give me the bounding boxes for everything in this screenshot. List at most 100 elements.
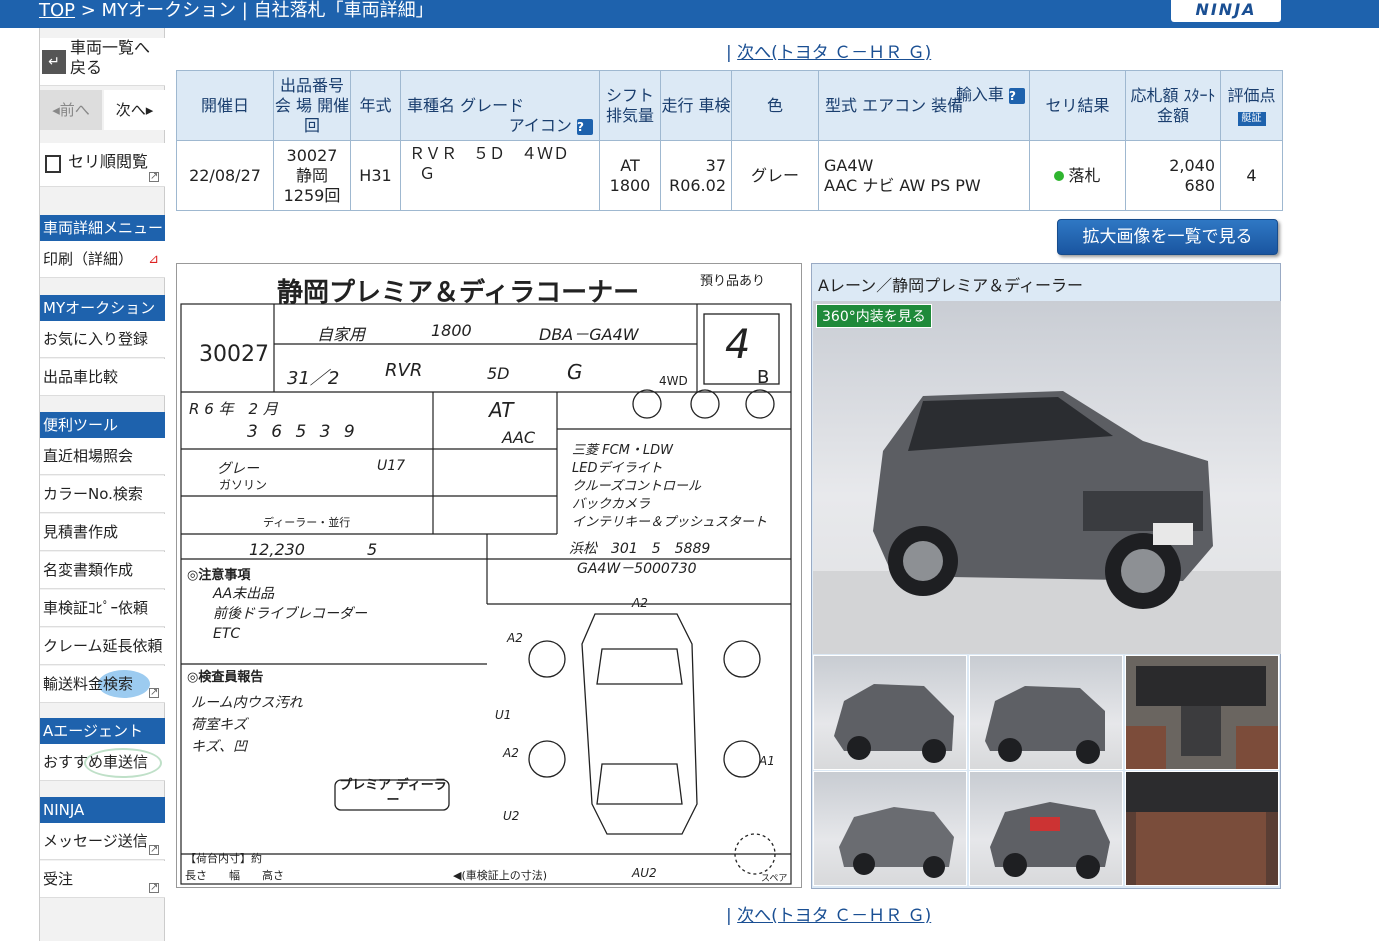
type: GA4W (824, 155, 874, 175)
cell-model: ＲＶＲ ５Ｄ ４ＷＤ Ｇ (400, 140, 600, 211)
zoom-image-list-button[interactable]: 拡大画像を一覧で見る (1057, 219, 1278, 255)
thumbnail-4[interactable] (813, 771, 967, 886)
sheet-capacity: 5 (367, 540, 378, 559)
score-label: 評価点 (1227, 85, 1276, 105)
sheet-reg-no: 浜松 301 5 5889 (569, 541, 711, 557)
thumbnail-6[interactable] (1125, 771, 1279, 886)
status-dot-icon (1054, 170, 1065, 181)
equipment: AAC ナビ AW PS PW (824, 175, 981, 195)
back-label: 車両一覧へ戻る (70, 38, 151, 77)
next-vehicle-link[interactable]: 次へ(トヨタ Ｃ－ＨＲ Ｇ) (737, 906, 931, 926)
seri-order-button[interactable]: セリ順閲覧 ↗ (40, 143, 165, 187)
note: 前後ドライブレコーダー (213, 606, 367, 622)
table-header-row: 開催日 出品番号 会 場 開催回 年式 車種名 グレード アイコン ? シフト … (176, 70, 1283, 141)
top-link[interactable]: TOP (39, 0, 75, 21)
sheet-chassis: GA4W－5000730 (577, 561, 697, 577)
shaken: R06.02 (669, 175, 726, 195)
photo-panel: Aレーン／静岡プレミア＆ディーラー 360°内装を見る (811, 263, 1281, 889)
sales-point: インテリキー＆プッシュスタート (572, 515, 768, 530)
section-detail-menu: 車両詳細メニュー (40, 215, 165, 241)
sheet-interior-score: B (757, 367, 770, 388)
sheet-color-no: U17 (377, 458, 406, 474)
print-detail-button[interactable]: 印刷（詳細） ⊿ (40, 241, 165, 278)
session: 1259回 (283, 185, 341, 205)
vr-360-button[interactable]: 360°内装を見る (816, 304, 932, 328)
table-row: 22/08/27 30027 静岡 1259回 H31 ＲＶＲ ５Ｄ ４ＷＤ Ｇ A… (176, 140, 1283, 211)
sheet-import-kind: ディーラー・並行 (263, 516, 351, 529)
sheet-fuel: ガソリン (219, 478, 268, 492)
bid: 2,040 (1169, 155, 1215, 175)
name-change-button[interactable]: 名変書類作成 (40, 552, 165, 589)
ninja-logo[interactable]: NINJA (1171, 0, 1281, 22)
header-score: 評価点 艇証 (1220, 70, 1283, 141)
inspection-copy-button[interactable]: 車検証ｺﾋﾟｰ依頼 (40, 590, 165, 627)
next-vehicle-link[interactable]: 次へ(トヨタ Ｃ－ＨＲ Ｇ) (737, 43, 931, 63)
help-icon[interactable]: ? (1009, 88, 1025, 104)
sheet-sales-points: 三菱 FCM・LDW LEDデイライト クルーズコントロール バックカメラ イン… (572, 442, 767, 532)
header-mileage: 走行 車検 (660, 70, 732, 141)
diagram-mark: U1 (495, 708, 512, 722)
sheet-color: グレー (217, 461, 259, 477)
received-button[interactable]: 受注 ↗ (40, 861, 165, 898)
header-model-grade: 車種名 グレード アイコン ? (400, 70, 600, 141)
inspector-note: キズ、凹 (191, 739, 247, 755)
list-icon (45, 155, 61, 173)
claim-extend-button[interactable]: クレーム延長依頼 (40, 628, 165, 665)
next-button[interactable]: 次へ▸ (104, 90, 165, 130)
auction-sheet-grid (180, 303, 792, 885)
shipping-search-button[interactable]: 輸送料金検索 ↗ (40, 666, 165, 703)
sales-point: 三菱 FCM・LDW (572, 443, 674, 458)
favorite-button[interactable]: お気に入り登録 (40, 321, 165, 358)
print-label: 印刷（詳細） (43, 250, 134, 268)
estimate-button[interactable]: 見積書作成 (40, 514, 165, 551)
venue: 静岡 (295, 165, 328, 185)
recommend-label: おすすめ車送信 (43, 753, 149, 771)
sales-point: LEDデイライト (572, 461, 663, 476)
diagram-mark: U2 (503, 809, 520, 823)
back-to-list-button[interactable]: ↵ 車両一覧へ戻る (40, 38, 165, 86)
shift: AT (620, 155, 640, 175)
help-icon[interactable]: ? (577, 119, 593, 135)
diagram-mark: A2 (503, 746, 519, 760)
sheet-notes: AA未出品 前後ドライブレコーダー ETC (213, 584, 367, 644)
shipping-search-label: 輸送料金検索 (43, 675, 134, 693)
sheet-lot: 30027 (199, 342, 269, 367)
car-thumbnail-illustration (990, 802, 1110, 879)
thumbnail-2[interactable] (969, 655, 1123, 770)
header-date: 開催日 (176, 70, 274, 141)
start-price: 680 (1184, 175, 1215, 195)
diagram-mark: A1 (759, 754, 775, 768)
recent-price-button[interactable]: 直近相場照会 (40, 438, 165, 475)
thumbnail-1[interactable] (813, 655, 967, 770)
recommend-button[interactable]: おすすめ車送信 (40, 744, 165, 781)
sheet-spare: スペア (761, 874, 788, 884)
sheet-footer-dims: 長さ 幅 高さ (185, 869, 284, 882)
sheet-title: 静岡プレミア＆ディラコーナー (277, 278, 640, 308)
prev-button[interactable]: ◂前へ (40, 90, 102, 130)
sheet-name: RVR (385, 360, 423, 381)
color-search-button[interactable]: カラーNo.検索 (40, 476, 165, 513)
section-tools: 便利ツール (40, 412, 165, 438)
sales-point: クルーズコントロール (572, 479, 701, 494)
auction-sheet-image[interactable]: 静岡プレミア＆ディラコーナー 預り品あり 30027 自家用 1800 DBA－… (176, 263, 802, 888)
sheet-drive: 4WD (659, 374, 688, 388)
cell-bid: 2,040 680 (1125, 140, 1221, 211)
message-button[interactable]: メッセージ送信 ↗ (40, 823, 165, 860)
lot-no: 30027 (286, 145, 338, 165)
breadcrumb-path: > MYオークション | 自社落札「車両詳細」 (75, 0, 434, 21)
cell-lot: 30027 静岡 1259回 (273, 140, 351, 211)
thumbnail-5[interactable] (969, 771, 1123, 886)
sidebar: ↵ 車両一覧へ戻る ◂前へ 次へ▸ セリ順閲覧 ↗ 車両詳細メニュー 印刷（詳細… (39, 28, 165, 941)
breadcrumb: TOP > MYオークション | 自社落札「車両詳細」 (39, 0, 434, 22)
external-icon: ↗ (149, 882, 159, 893)
cell-result: 落札 (1029, 140, 1126, 211)
sheet-shaken: R 6 年 2 月 (189, 400, 278, 418)
main-car-photo[interactable]: 360°内装を見る (813, 301, 1281, 654)
result: 落札 (1068, 165, 1101, 185)
thumbnail-3[interactable] (1125, 655, 1279, 770)
car-thumbnail-illustration (985, 686, 1105, 764)
compare-button[interactable]: 出品車比較 (40, 359, 165, 396)
cell-shift: AT 1800 (599, 140, 661, 211)
type-label: 型式 エアコン 装備 (825, 95, 964, 115)
header-bid: 応札額 ｽﾀｰﾄ金額 (1125, 70, 1221, 141)
